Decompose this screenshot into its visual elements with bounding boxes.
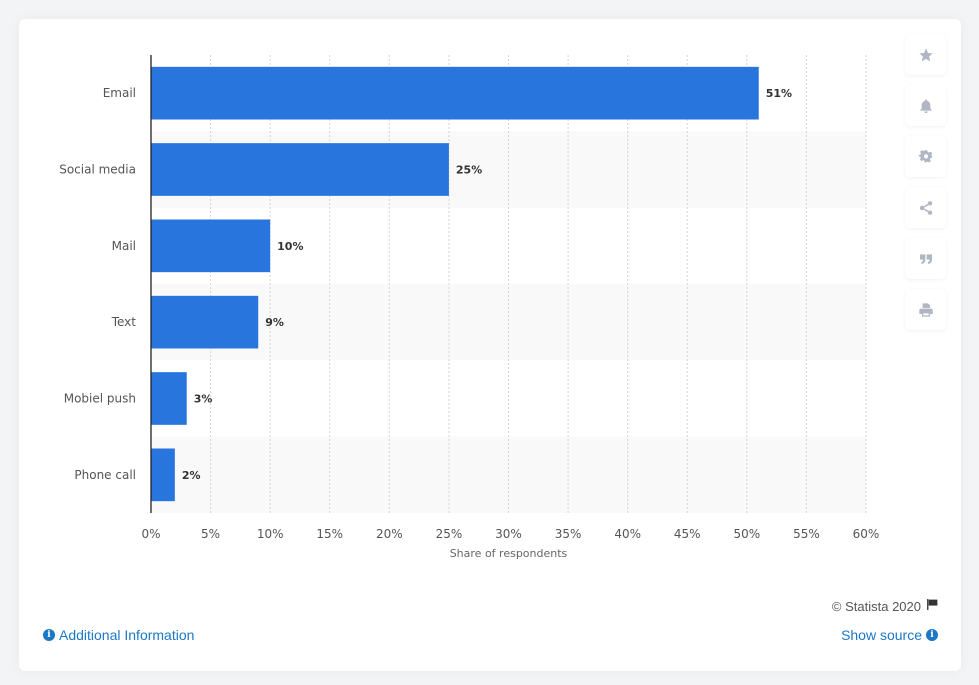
show-source-link[interactable]: Show source i (841, 627, 938, 643)
x-tick-label: 40% (614, 527, 641, 541)
category-label: Email (103, 86, 136, 100)
x-tick-label: 20% (376, 527, 403, 541)
x-tick-label: 60% (853, 527, 880, 541)
x-tick-label: 35% (555, 527, 582, 541)
category-label: Mail (112, 239, 136, 253)
x-tick-label: 25% (436, 527, 463, 541)
data-label: 9% (265, 316, 284, 329)
x-tick-label: 15% (316, 527, 343, 541)
additional-information-label: Additional Information (59, 627, 195, 643)
additional-information-link[interactable]: i Additional Information (43, 627, 194, 643)
copyright-text: © Statista 2020 (831, 598, 921, 614)
x-axis-title: Share of respondents (450, 547, 568, 560)
side-toolbar (905, 34, 946, 340)
bar[interactable] (151, 448, 175, 502)
share-icon (919, 200, 932, 215)
x-tick-label: 5% (201, 527, 220, 541)
print-icon (918, 302, 933, 317)
copyright-notice: © Statista 2020 (832, 598, 939, 614)
bar[interactable] (151, 219, 271, 273)
share-button[interactable] (905, 187, 946, 228)
notification-button[interactable] (905, 85, 946, 126)
bar[interactable] (151, 66, 759, 120)
settings-button[interactable] (905, 136, 946, 177)
bell-icon (919, 98, 932, 113)
category-label: Social media (59, 163, 136, 177)
x-tick-label: 30% (495, 527, 522, 541)
favorite-button[interactable] (905, 34, 946, 75)
print-button[interactable] (905, 289, 946, 330)
data-label: 3% (194, 393, 213, 406)
info-icon: i (926, 629, 938, 641)
x-tick-label: 50% (733, 527, 760, 541)
x-tick-label: 10% (257, 527, 284, 541)
category-labels: Email Social media Mail Text Mobiel push Phon… (59, 86, 136, 482)
bar[interactable] (151, 143, 449, 196)
data-label: 51% (766, 87, 792, 100)
x-tick-label: 0% (141, 527, 160, 541)
category-label: Mobiel push (64, 392, 136, 406)
show-source-label: Show source (841, 627, 922, 643)
data-label: 10% (277, 240, 303, 253)
bar[interactable] (151, 295, 259, 349)
data-label: 25% (456, 164, 482, 177)
x-tick-label: 45% (674, 527, 701, 541)
star-icon (918, 47, 933, 61)
x-tick-label: 55% (793, 527, 820, 541)
flag-icon[interactable] (926, 598, 939, 614)
category-label: Phone call (74, 468, 136, 482)
data-label: 2% (182, 469, 201, 482)
category-label: Text (111, 315, 137, 329)
cite-button[interactable] (905, 238, 946, 279)
bar-chart: Email Social media Mail Text Mobiel push Phon… (59, 55, 879, 560)
gear-icon (918, 149, 932, 163)
bar[interactable] (151, 372, 187, 425)
info-icon: i (43, 629, 55, 641)
quote-icon (919, 253, 932, 264)
x-axis-ticks: 0% 5% 10% 15% 20% 25% 30% 35% 40% 45% 50% 55% 60% (141, 527, 879, 541)
